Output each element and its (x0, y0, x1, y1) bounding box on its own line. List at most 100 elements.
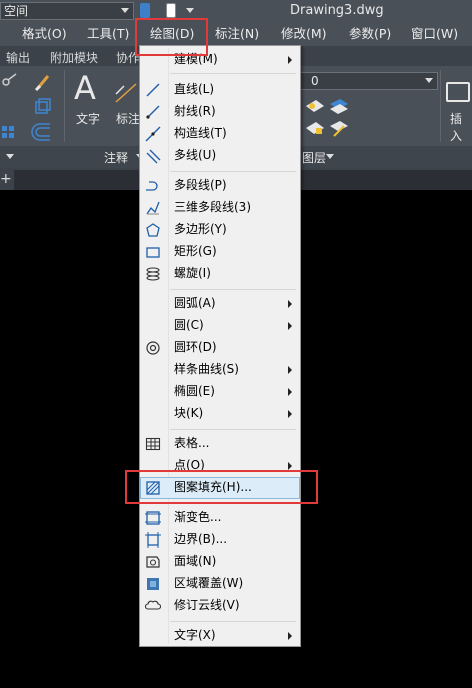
table-icon (145, 437, 161, 451)
menu-item-label: 多段线(P) (174, 178, 227, 192)
menu-item-revcloud[interactable]: 修订云线(V) (140, 595, 300, 617)
menu-item-label: 文字(X) (174, 628, 216, 642)
menu-modify[interactable]: 修改(M) (281, 26, 327, 42)
menu-separator (170, 289, 296, 290)
revcloud-icon (145, 600, 161, 610)
submenu-arrow-icon (288, 632, 292, 640)
menu-item-gradient[interactable]: 渐变色... (140, 507, 300, 529)
save-icon[interactable] (140, 3, 150, 18)
menu-item-label: 样条曲线(S) (174, 362, 239, 376)
menu-separator (170, 171, 296, 172)
layer-selector[interactable]: 0 (300, 72, 438, 90)
submenu-arrow-icon (288, 462, 292, 470)
plot-icon[interactable] (166, 3, 176, 18)
quick-access-dropdown-icon[interactable] (186, 8, 194, 13)
menu-item-region[interactable]: 面域(N) (140, 551, 300, 573)
ribbon-separator (64, 70, 65, 142)
menu-tools[interactable]: 工具(T) (87, 26, 129, 42)
modify-dropdown-icon[interactable] (6, 154, 14, 159)
layer-group-label: 图层 (302, 151, 327, 165)
pline-icon (146, 181, 158, 191)
menu-item-label: 射线(R) (174, 104, 216, 118)
menu-dimension[interactable]: 标注(N) (215, 26, 259, 42)
insert-label[interactable]: 插入 (450, 110, 472, 144)
workspace-selector[interactable]: 空间 (0, 2, 134, 20)
menu-item-label: 圆(C) (174, 318, 204, 332)
menu-item-rectangle[interactable]: 矩形(G) (140, 241, 300, 263)
workspace-label: 空间 (4, 4, 29, 18)
menu-item-label: 螺旋(I) (174, 266, 211, 280)
menu-item-helix[interactable]: 螺旋(I) (140, 263, 300, 285)
menu-item-wipeout[interactable]: 区域覆盖(W) (140, 573, 300, 595)
menu-parametric[interactable]: 参数(P) (349, 26, 391, 42)
dimension-tool-icon[interactable] (114, 80, 138, 106)
title-bar: 空间 Drawing3.dwg (0, 0, 472, 22)
ribbon-separator (440, 70, 441, 142)
helix-icon (146, 267, 160, 281)
layer-tools-icons[interactable] (302, 96, 348, 140)
menu-item-label: 圆环(D) (174, 340, 217, 354)
xline-icon (145, 126, 161, 142)
submenu-arrow-icon (288, 56, 292, 64)
menu-item-label: 构造线(T) (174, 126, 227, 140)
menu-window[interactable]: 窗口(W) (411, 26, 458, 42)
menu-item-circle[interactable]: 圆(C) (140, 315, 300, 337)
menu-item-label: 圆弧(A) (174, 296, 216, 310)
dimension-tool-label[interactable]: 标注 (116, 110, 140, 127)
new-tab-icon[interactable]: + (0, 171, 12, 187)
layer-lock-icon (306, 122, 324, 134)
copy-icon (35, 98, 51, 114)
menu-item-ellipse[interactable]: 椭圆(E) (140, 381, 300, 403)
mline-icon (146, 149, 161, 164)
menu-item-block[interactable]: 块(K) (140, 403, 300, 425)
donut-icon (146, 341, 160, 355)
insert-block-icon[interactable] (446, 82, 470, 102)
menu-item-label: 块(K) (174, 406, 204, 420)
menu-item-text[interactable]: 文字(X) (140, 625, 300, 647)
chevron-down-icon (425, 78, 433, 83)
text-tool-icon[interactable]: A (74, 72, 104, 104)
ribbon-tab-output[interactable]: 输出 (6, 49, 30, 66)
menu-item-polyline[interactable]: 多段线(P) (140, 175, 300, 197)
menu-item-spline[interactable]: 样条曲线(S) (140, 359, 300, 381)
layer-dropdown-icon[interactable] (326, 154, 334, 159)
menu-item-3d-polyline[interactable]: 三维多段线(3) (140, 197, 300, 219)
menu-item-label: 多边形(Y) (174, 222, 227, 236)
text-tool-label[interactable]: 文字 (76, 110, 100, 127)
menu-item-construction-line[interactable]: 构造线(T) (140, 123, 300, 145)
menu-item-donut[interactable]: 圆环(D) (140, 337, 300, 359)
submenu-arrow-icon (288, 388, 292, 396)
layer-state-icon (306, 100, 324, 112)
menu-item-table[interactable]: 表格... (140, 433, 300, 455)
layer-value: 0 (311, 74, 319, 88)
gradient-icon (145, 511, 161, 525)
draw-menu-dropdown: 建模(M) 直线(L) 射线(R) 构造线(T) 多线(U) 多段线(P) 三维… (139, 45, 301, 647)
menu-bar: 格式(O) 工具(T) 绘图(D) 标注(N) 修改(M) 参数(P) 窗口(W… (0, 22, 472, 46)
ray-icon (146, 105, 160, 119)
offset-icon (31, 123, 50, 141)
menu-item-multiline[interactable]: 多线(U) (140, 145, 300, 167)
menu-item-arc[interactable]: 圆弧(A) (140, 293, 300, 315)
menu-format[interactable]: 格式(O) (22, 26, 67, 42)
menu-item-label: 区域覆盖(W) (174, 576, 244, 590)
polygon-icon (146, 223, 160, 237)
menu-separator (170, 429, 296, 430)
modify-tools-icons[interactable] (0, 70, 60, 146)
annotation-group-label: 注释 (104, 151, 129, 165)
menu-item-polygon[interactable]: 多边形(Y) (140, 219, 300, 241)
eraser-icon (34, 75, 50, 92)
menu-item-label: 多线(U) (174, 148, 217, 162)
line-icon (146, 83, 160, 97)
menu-item-ray[interactable]: 射线(R) (140, 101, 300, 123)
menu-item-label: 矩形(G) (174, 244, 217, 258)
ribbon-tab-addins[interactable]: 附加模块 (50, 49, 98, 66)
menu-separator (170, 621, 296, 622)
menu-item-line[interactable]: 直线(L) (140, 79, 300, 101)
menu-item-boundary[interactable]: 边界(B)... (140, 529, 300, 551)
chevron-down-icon (121, 8, 129, 13)
menu-item-label: 渐变色... (174, 510, 222, 524)
array-icon (2, 126, 14, 138)
rectangle-icon (146, 247, 160, 258)
highlight-hatch-item (125, 470, 318, 504)
submenu-arrow-icon (288, 322, 292, 330)
